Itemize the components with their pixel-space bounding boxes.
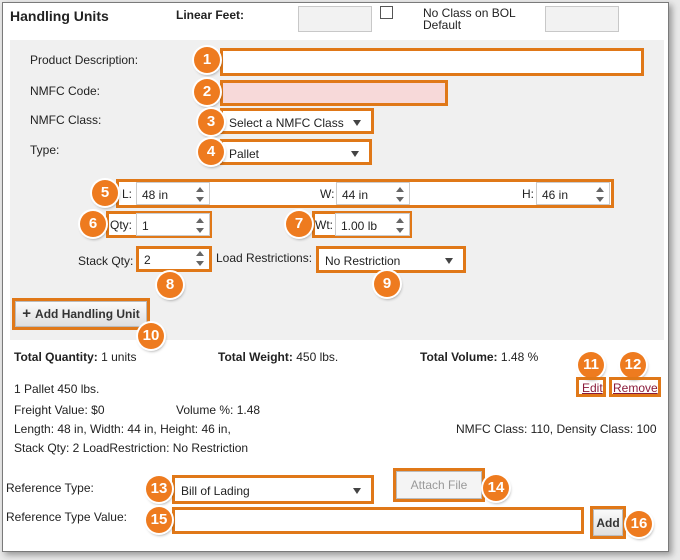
load-restrictions-select[interactable]: No Restriction — [316, 246, 466, 273]
length-label: L: — [122, 187, 133, 201]
callout-badge: 10 — [138, 323, 164, 349]
stack-summary: Stack Qty: 2 LoadRestriction: No Restric… — [14, 441, 249, 455]
callout-badge: 6 — [80, 211, 106, 237]
total-volume: Total Volume: 1.48 % — [420, 350, 538, 364]
reference-type-select[interactable]: Bill of Lading — [172, 475, 374, 504]
nmfc-class-label: NMFC Class: — [30, 113, 102, 127]
linear-feet-input[interactable] — [298, 6, 372, 32]
weight-stepper[interactable]: 1.00 lb — [335, 213, 410, 236]
nmfc-class-value: Select a NMFC Class — [229, 116, 344, 130]
product-description-label: Product Description: — [30, 53, 139, 67]
callout-badge: 1 — [194, 47, 220, 73]
reference-type-value: Bill of Lading — [181, 484, 250, 498]
nmfc-code-label: NMFC Code: — [30, 84, 101, 98]
callout-badge: 8 — [157, 272, 183, 298]
edit-link[interactable]: Edit — [582, 381, 603, 395]
callout-badge: 13 — [146, 476, 172, 502]
summary-line: 1 Pallet 450 lbs. — [14, 382, 100, 396]
width-label: W: — [320, 187, 335, 201]
callout-badge: 2 — [194, 79, 220, 105]
callout-badge: 11 — [578, 352, 604, 378]
total-volume-value: 1.48 % — [500, 350, 539, 364]
callout-badge: 15 — [146, 507, 172, 533]
total-weight-label: Total Weight: — [218, 350, 293, 364]
length-stepper[interactable]: 48 in — [136, 182, 210, 205]
total-quantity: Total Quantity: 1 units — [14, 350, 136, 364]
spinner-arrows-icon[interactable] — [195, 217, 205, 235]
callout-badge: 5 — [92, 180, 118, 206]
nmfc-code-input[interactable] — [220, 80, 448, 106]
callout-badge: 3 — [198, 109, 224, 135]
no-class-checkbox[interactable] — [380, 6, 393, 19]
plus-icon: + — [22, 305, 32, 322]
weight-value: 1.00 lb — [341, 219, 378, 233]
attach-file-button[interactable]: Attach File — [396, 471, 482, 499]
add-handling-unit-label: Add Handling Unit — [35, 307, 140, 321]
linear-feet-label: Linear Feet: — [176, 8, 245, 22]
volume-percent: Volume %: 1.48 — [176, 403, 261, 417]
callout-badge: 12 — [620, 352, 646, 378]
callout-badge: 14 — [483, 475, 509, 501]
total-volume-label: Total Volume: — [420, 350, 498, 364]
spinner-arrows-icon[interactable] — [195, 186, 205, 204]
load-restrictions-value: No Restriction — [325, 254, 401, 268]
callout-badge: 4 — [198, 139, 224, 165]
width-value: 44 in — [342, 188, 369, 202]
type-value: Pallet — [229, 147, 260, 161]
type-label: Type: — [30, 143, 60, 157]
chevron-down-icon — [353, 120, 361, 126]
reference-type-value-label: Reference Type Value: — [6, 510, 127, 524]
height-stepper[interactable]: 46 in — [536, 182, 610, 205]
total-weight: Total Weight: 450 lbs. — [218, 350, 338, 364]
total-quantity-value: 1 units — [101, 350, 137, 364]
add-button[interactable]: Add — [593, 509, 623, 536]
add-handling-unit-button[interactable]: + Add Handling Unit — [15, 301, 147, 327]
height-value: 46 in — [542, 188, 569, 202]
callout-badge: 7 — [286, 211, 312, 237]
no-class-default-input[interactable] — [545, 6, 619, 32]
nmfc-summary: NMFC Class: 110, Density Class: 100 — [456, 422, 657, 436]
nmfc-class-select[interactable]: Select a NMFC Class — [220, 108, 374, 134]
height-label: H: — [522, 187, 534, 201]
qty-stepper[interactable]: 1 — [136, 213, 210, 236]
spinner-arrows-icon[interactable] — [595, 186, 605, 204]
callout-badge: 9 — [374, 271, 400, 297]
stack-qty-label: Stack Qty: — [78, 254, 134, 268]
qty-value: 1 — [142, 219, 149, 233]
chevron-down-icon — [445, 258, 453, 264]
spinner-arrows-icon[interactable] — [195, 250, 205, 268]
stack-qty-stepper[interactable]: 2 — [136, 246, 212, 272]
total-weight-value: 450 lbs. — [296, 350, 339, 364]
width-stepper[interactable]: 44 in — [336, 182, 410, 205]
length-value: 48 in — [142, 188, 169, 202]
spinner-arrows-icon[interactable] — [395, 217, 405, 235]
chevron-down-icon — [353, 488, 361, 494]
freight-value: Freight Value: $0 — [14, 403, 105, 417]
reference-type-label: Reference Type: — [6, 481, 94, 495]
reference-type-value-input[interactable] — [172, 507, 584, 534]
spinner-arrows-icon[interactable] — [395, 186, 405, 204]
weight-label: Wt: — [315, 218, 333, 232]
type-select[interactable]: Pallet — [220, 139, 372, 165]
remove-link[interactable]: Remove — [613, 381, 658, 395]
chevron-down-icon — [351, 151, 359, 157]
total-quantity-label: Total Quantity: — [14, 350, 98, 364]
stack-qty-value: 2 — [144, 253, 151, 267]
section-title: Handling Units — [10, 8, 109, 24]
dimensions-summary: Length: 48 in, Width: 44 in, Height: 46 … — [14, 422, 231, 436]
product-description-input[interactable] — [220, 48, 644, 76]
qty-label: Qty: — [110, 218, 133, 232]
callout-badge: 16 — [626, 511, 652, 537]
no-class-label: No Class on BOL Default — [423, 6, 516, 32]
load-restrictions-label: Load Restrictions: — [216, 251, 313, 265]
